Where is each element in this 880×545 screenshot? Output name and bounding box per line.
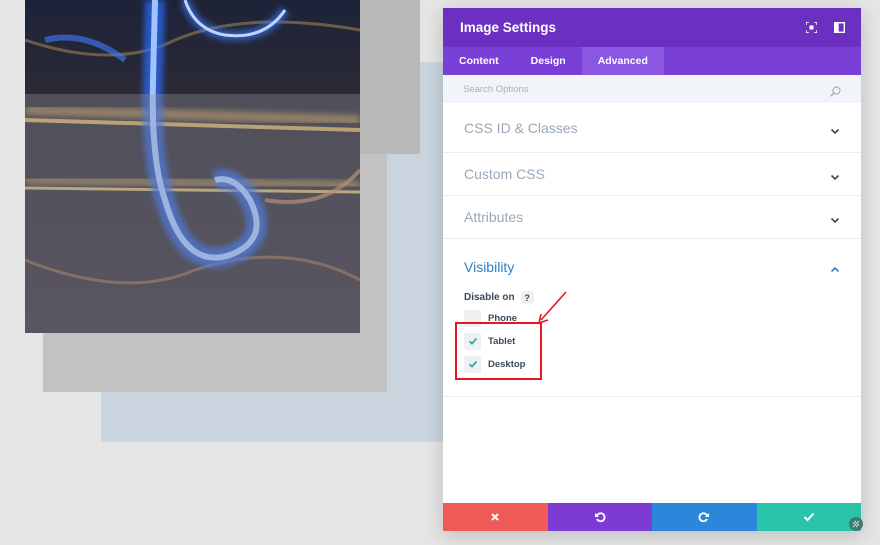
chevron-up-icon — [830, 262, 840, 273]
visibility-title: Visibility — [464, 259, 515, 275]
modal-tabs: Content Design Advanced — [443, 47, 861, 75]
chevron-down-icon — [830, 123, 840, 134]
visibility-header[interactable]: Visibility — [464, 259, 840, 275]
chevron-down-icon — [830, 169, 840, 181]
section-title: Custom CSS — [464, 166, 545, 182]
modal-header: Image Settings — [443, 8, 861, 47]
search-input[interactable] — [463, 83, 763, 95]
tab-design[interactable]: Design — [515, 47, 582, 75]
undo-icon — [594, 512, 606, 523]
image-hover-overlay — [25, 94, 360, 333]
disable-on-label: Disable on — [464, 292, 515, 303]
annotation-highlight-box — [455, 322, 542, 380]
search-bar — [443, 75, 861, 103]
sidebar-toggle-icon[interactable] — [833, 22, 845, 34]
tab-content[interactable]: Content — [443, 47, 515, 75]
section-css-id-classes[interactable]: CSS ID & Classes — [443, 103, 861, 153]
image-settings-modal: Image Settings Content Design Advanced C… — [443, 8, 861, 531]
save-button[interactable] — [756, 503, 861, 531]
redo-button[interactable] — [652, 503, 757, 531]
section-title: CSS ID & Classes — [464, 119, 578, 136]
expand-icon[interactable] — [805, 22, 817, 34]
modal-footer — [443, 503, 861, 531]
disable-on-row: Disable on ? — [464, 291, 840, 304]
modal-title: Image Settings — [460, 20, 557, 35]
undo-button[interactable] — [547, 503, 652, 531]
section-title: Attributes — [464, 209, 524, 225]
resize-handle-icon[interactable] — [849, 517, 863, 531]
redo-icon — [698, 512, 710, 523]
tab-advanced[interactable]: Advanced — [581, 47, 664, 75]
section-attributes[interactable]: Attributes — [443, 196, 861, 239]
search-icon[interactable] — [830, 84, 841, 97]
section-custom-css[interactable]: Custom CSS — [443, 153, 861, 196]
chevron-down-icon — [830, 212, 840, 224]
close-icon — [491, 513, 499, 521]
annotation-arrow-icon — [538, 291, 567, 324]
check-icon — [803, 512, 814, 522]
cancel-button[interactable] — [443, 503, 548, 531]
help-icon[interactable]: ? — [520, 291, 534, 304]
